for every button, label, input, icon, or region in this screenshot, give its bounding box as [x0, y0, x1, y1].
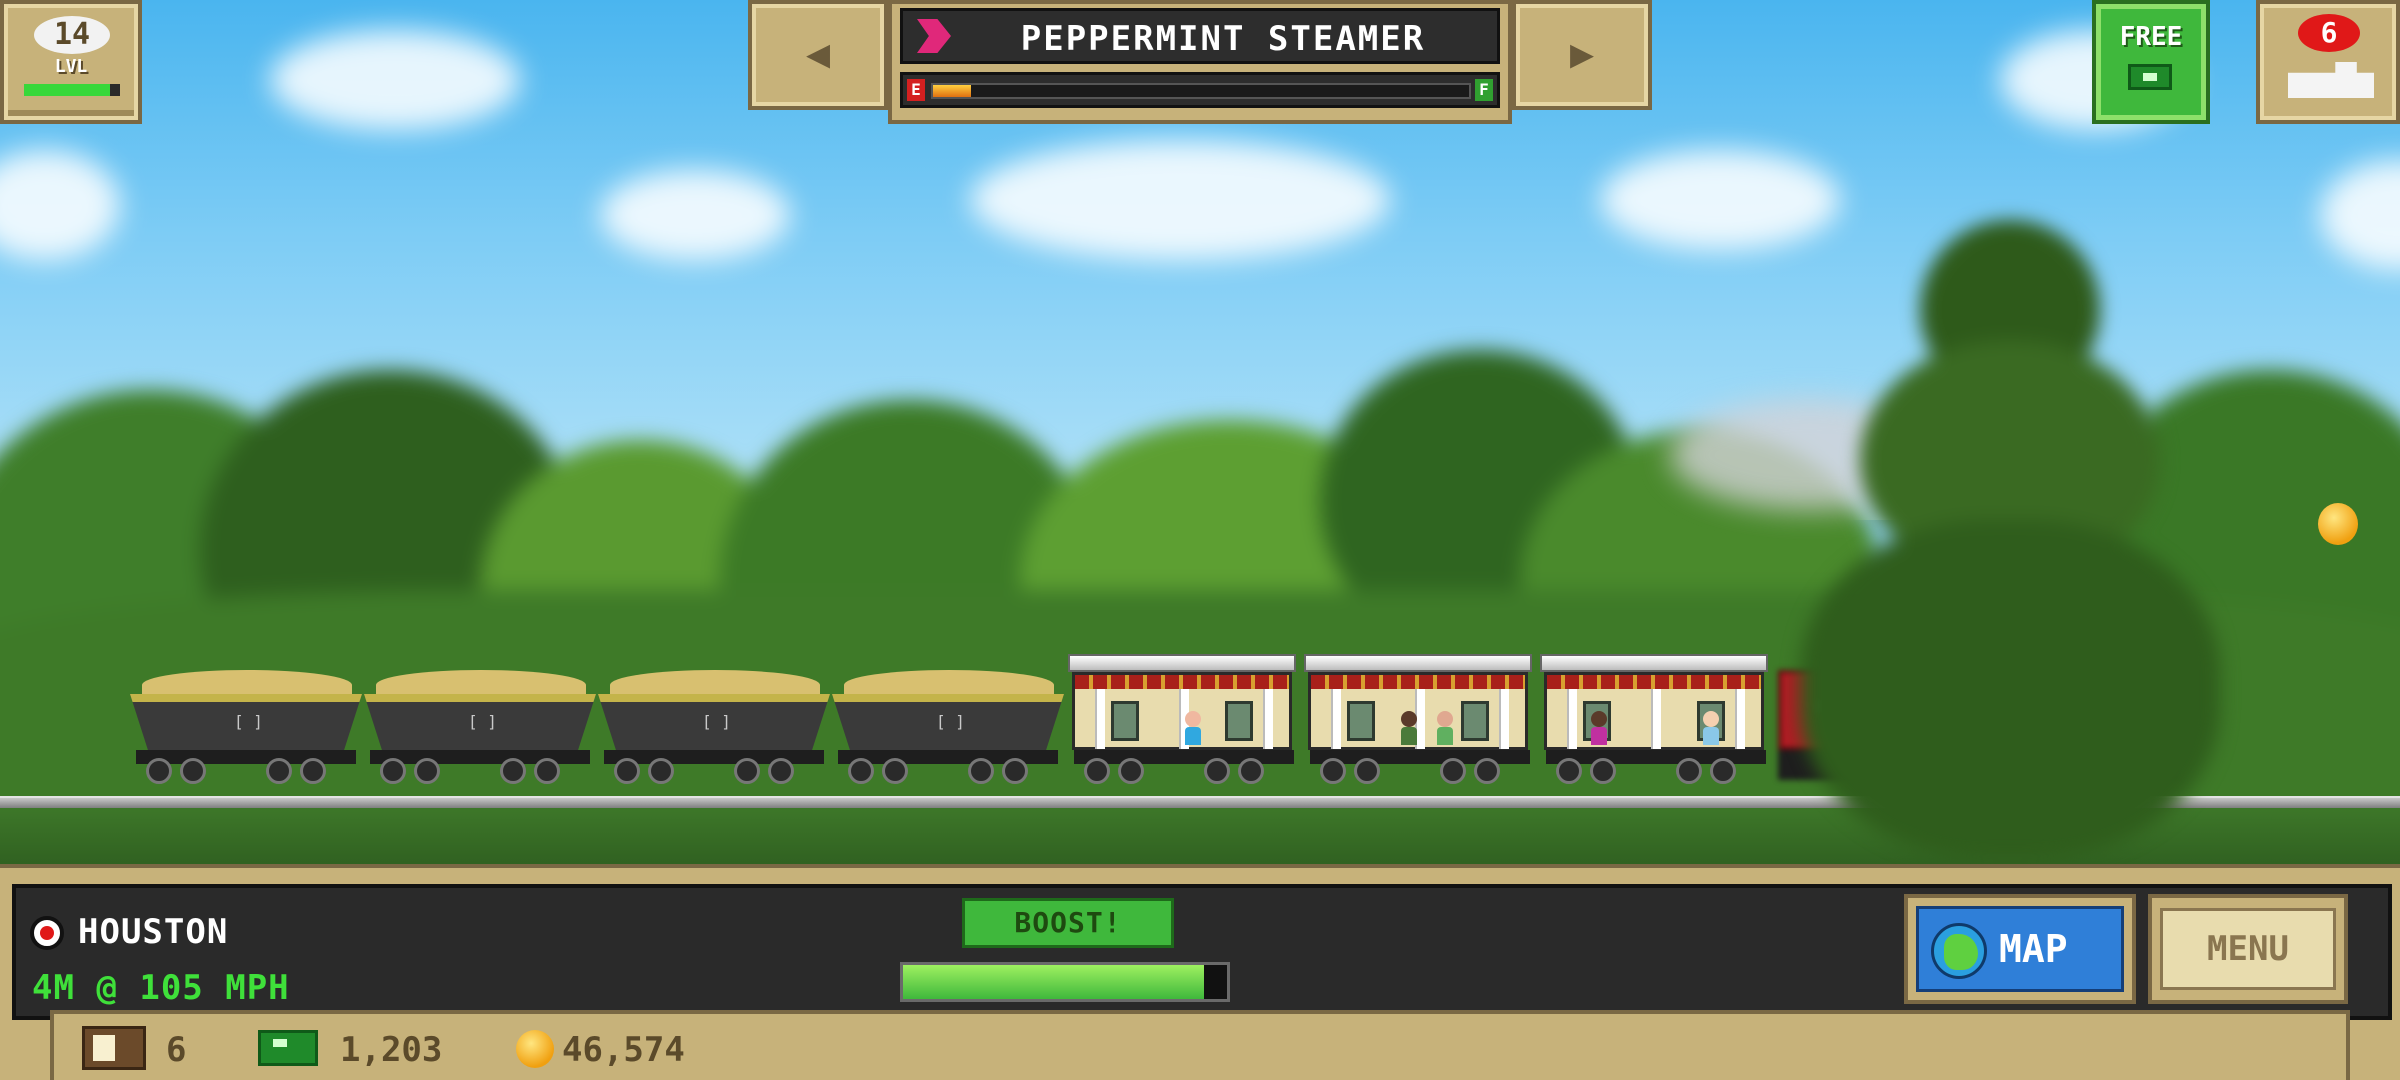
peppermint-icon	[917, 19, 951, 53]
level-progress-bar	[24, 84, 120, 96]
level-badge[interactable]: 14 LVL	[0, 0, 142, 124]
cash-icon	[2128, 64, 2172, 90]
map-label: MAP	[1999, 927, 2068, 971]
hopper-car[interactable]: [ ]	[598, 650, 830, 790]
bucks-count: 1,203	[340, 1030, 443, 1070]
trains-button[interactable]: 6	[2256, 0, 2400, 124]
distance-speed: 4M @ 105 MPH	[32, 968, 290, 1008]
menu-button[interactable]: MENU	[2148, 894, 2348, 1004]
next-train-button[interactable]: ▶	[1512, 0, 1652, 110]
cloud	[600, 170, 790, 260]
globe-icon	[1931, 923, 1987, 979]
free-cash-button[interactable]: FREE	[2092, 0, 2210, 124]
resource-bar: 6 1,203 46,574	[50, 1010, 2350, 1080]
train-icon	[2288, 62, 2374, 98]
route-dashboard: HOUSTON 4M @ 105 MPH BOOST! MAP MENU	[12, 884, 2392, 1020]
menu-label: MENU	[2160, 908, 2336, 990]
destination-station: HOUSTON	[78, 912, 229, 952]
arrow-left-icon: ◀	[805, 31, 831, 77]
passenger-car[interactable]	[1304, 650, 1532, 790]
passenger-car[interactable]	[1068, 650, 1296, 790]
level-number: 14	[34, 16, 110, 54]
prev-train-button[interactable]: ◀	[748, 0, 888, 110]
train-name: PEPPERMINT STEAMER	[1020, 19, 1426, 59]
arrow-right-icon: ▶	[1569, 31, 1595, 77]
trains-count-badge: 6	[2298, 14, 2360, 52]
level-label: LVL	[54, 56, 88, 77]
bottom-panel: HOUSTON 4M @ 105 MPH BOOST! MAP MENU 6 1…	[0, 864, 2400, 1080]
coins-count: 46,574	[562, 1030, 685, 1070]
boost-meter	[900, 962, 1230, 1002]
cloud	[270, 30, 520, 130]
passenger-car[interactable]	[1540, 650, 1768, 790]
fuel-gauge: E F	[900, 72, 1500, 108]
train-name-panel: PEPPERMINT STEAMER E F	[888, 0, 1512, 124]
crates-count: 6	[166, 1030, 187, 1070]
foreground-tree	[1800, 220, 2220, 860]
coin-icon	[516, 1030, 554, 1068]
free-label: FREE	[2119, 22, 2183, 52]
cloud	[970, 140, 1390, 260]
cash-icon	[258, 1030, 318, 1066]
hopper-car[interactable]: [ ]	[832, 650, 1064, 790]
station-icon	[30, 916, 64, 950]
fuel-empty-label: E	[907, 79, 925, 101]
passenger	[1437, 711, 1453, 745]
crate-icon	[82, 1026, 146, 1070]
hopper-car[interactable]: [ ]	[364, 650, 596, 790]
passenger	[1591, 711, 1607, 745]
hopper-car[interactable]: [ ]	[130, 650, 362, 790]
map-button[interactable]: MAP	[1904, 894, 2136, 1004]
fuel-full-label: F	[1475, 79, 1493, 101]
passenger	[1185, 711, 1201, 745]
passenger	[1401, 711, 1417, 745]
floating-coin-icon[interactable]	[2318, 503, 2358, 545]
passenger	[1703, 711, 1719, 745]
boost-button[interactable]: BOOST!	[962, 898, 1174, 948]
train-title-bar: ◀ PEPPERMINT STEAMER E F ▶	[748, 0, 1652, 124]
